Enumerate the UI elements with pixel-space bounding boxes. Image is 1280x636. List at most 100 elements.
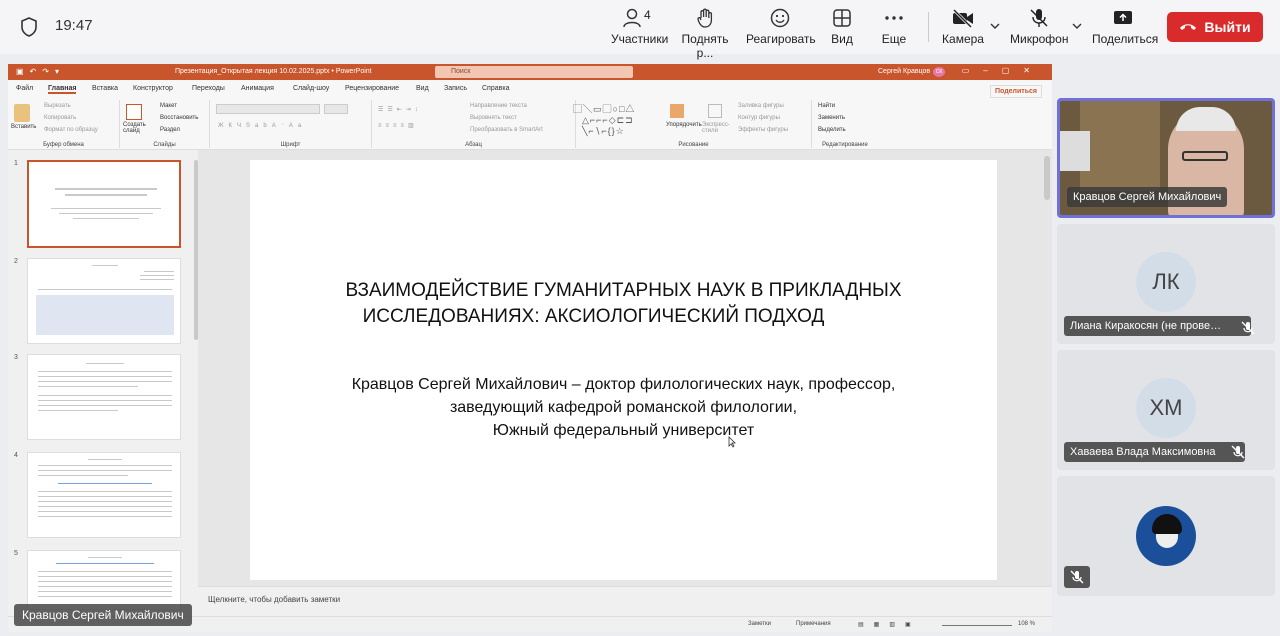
select-button[interactable]: Выделить <box>818 127 846 133</box>
comments-toggle[interactable]: Примечания <box>796 621 831 627</box>
window-controls[interactable]: ▭–▢✕ <box>962 66 1044 75</box>
participant-tile[interactable] <box>1057 476 1275 596</box>
slide-subtitle[interactable]: Кравцов Сергей Михайлович – доктор филол… <box>290 373 957 442</box>
quick-access-icons[interactable]: ▣↶↷▾ <box>16 67 65 76</box>
react-button[interactable]: Реагировать <box>746 8 816 46</box>
shapes-gallery[interactable]: ⃞╲▭▢○□△ △⌐⌐⌐◇⊏⊐ ╲⌐∖⌐{}☆ <box>582 104 635 137</box>
find-button[interactable]: Найти <box>818 103 835 109</box>
font-format-icons[interactable]: ЖКЧSabA⁻Aa <box>218 122 306 129</box>
tab-record[interactable]: Запись <box>444 85 467 92</box>
new-slide-button[interactable]: Создать слайд <box>123 122 151 134</box>
slide-thumbnail-2[interactable] <box>27 258 181 344</box>
more-button[interactable]: Еще <box>878 8 910 46</box>
zoom-level[interactable]: 108 % <box>1018 621 1035 627</box>
notes-toggle[interactable]: Заметки <box>748 621 771 627</box>
quick-styles-button[interactable]: Экспресс-стили <box>702 122 732 134</box>
cut-button[interactable]: Вырезать <box>44 103 71 109</box>
camera-chevron-down-icon[interactable] <box>990 22 1000 30</box>
camera-label: Камера <box>942 32 984 46</box>
participant-tile-speaker[interactable]: Кравцов Сергей Михайлович <box>1057 98 1275 218</box>
slide-number: 5 <box>14 550 18 557</box>
font-size-select[interactable] <box>324 104 348 114</box>
slide-number: 3 <box>14 354 18 361</box>
section-button[interactable]: Раздел <box>160 127 180 133</box>
tab-design[interactable]: Конструктор <box>133 85 173 92</box>
smartart-button[interactable]: Преобразовать в SmartArt <box>470 127 543 133</box>
view-button[interactable]: Вид <box>826 8 858 46</box>
slide-number: 2 <box>14 258 18 265</box>
layout-button[interactable]: Макет <box>160 103 177 109</box>
text-direction-button[interactable]: Направление текста <box>470 103 527 109</box>
view-label: Вид <box>831 32 853 46</box>
shape-fill-button[interactable]: Заливка фигуры <box>738 103 784 109</box>
paste-button[interactable]: Вставить <box>11 124 36 130</box>
slide-thumbnail-1[interactable] <box>27 160 181 248</box>
thumbnails-scrollbar[interactable] <box>194 160 198 340</box>
camera-off-icon <box>952 8 973 28</box>
participant-name: Хаваева Влада Максимовна <box>1064 442 1246 462</box>
slide-thumbnail-4[interactable] <box>27 452 181 538</box>
shape-outline-button[interactable]: Контур фигуры <box>738 115 780 121</box>
participants-button[interactable]: 4 Участники <box>611 8 668 46</box>
avatar: ХМ <box>1136 378 1196 438</box>
slide-subtitle-line: заведующий кафедрой романской филологии, <box>449 399 798 416</box>
shield-icon[interactable] <box>20 17 38 37</box>
arrange-icon[interactable] <box>670 104 684 118</box>
tab-file[interactable]: Файл <box>16 85 33 92</box>
self-video-name: Кравцов Сергей Михайлович <box>14 604 192 626</box>
mic-muted-icon <box>1070 570 1084 584</box>
tab-animations[interactable]: Анимация <box>241 85 274 92</box>
raise-hand-button[interactable]: Поднять р... <box>672 8 738 60</box>
replace-button[interactable]: Заменить <box>818 115 845 121</box>
tab-insert[interactable]: Вставка <box>92 85 118 92</box>
arrange-button[interactable]: Упорядочить <box>666 122 702 128</box>
new-slide-icon[interactable] <box>126 104 142 120</box>
format-painter-button[interactable]: Формат по образцу <box>44 127 98 133</box>
avatar: ЛК <box>1136 252 1196 312</box>
paragraph-group-label: Абзац <box>465 142 482 148</box>
participant-tile[interactable]: ЛК Лиана Киракосян (не прове… <box>1057 224 1275 344</box>
tab-help[interactable]: Справка <box>482 85 509 92</box>
paste-icon[interactable] <box>14 104 30 122</box>
share-button[interactable]: Поделиться <box>1092 8 1158 46</box>
list-icons[interactable]: ☰☰⇤⇥↕ <box>378 106 422 113</box>
tab-review[interactable]: Рецензирование <box>345 85 399 92</box>
align-text-button[interactable]: Выровнять текст <box>470 115 517 121</box>
ppt-user-avatar[interactable]: СК <box>933 67 945 77</box>
share-label: Поделиться <box>1092 32 1159 46</box>
ribbon-group-font: ЖКЧSabA⁻Aa Шрифт <box>210 100 372 148</box>
tab-slideshow[interactable]: Слайд-шоу <box>293 85 329 92</box>
mic-muted-icon <box>1231 445 1245 459</box>
participant-tile[interactable]: ХМ Хаваева Влада Максимовна <box>1057 350 1275 470</box>
camera-button[interactable]: Камера <box>942 8 984 46</box>
slide-subtitle-line: Кравцов Сергей Михайлович – доктор филол… <box>351 376 896 393</box>
copy-button[interactable]: Копировать <box>44 115 76 121</box>
view-mode-icons[interactable]: ▤▦▥▣ <box>858 621 921 628</box>
shared-screen-powerpoint: ▣↶↷▾ Презентация_Открытая лекция 10.02.2… <box>8 64 1052 632</box>
mic-chevron-down-icon[interactable] <box>1072 22 1082 30</box>
more-icon <box>885 16 903 20</box>
tab-transitions[interactable]: Переходы <box>192 85 225 92</box>
leave-label: Выйти <box>1204 19 1251 35</box>
font-family-select[interactable] <box>216 104 320 114</box>
align-icons[interactable]: ≡≡≡≡▥ <box>378 122 418 129</box>
call-toolbar: 19:47 4 Участники Поднять р... Реагирова… <box>0 0 1280 60</box>
mic-button[interactable]: Микрофон <box>1010 8 1068 46</box>
notes-pane[interactable]: Щелкните, чтобы добавить заметки <box>198 586 1052 616</box>
slide-thumbnail-3[interactable] <box>27 354 181 440</box>
slide-scrollbar[interactable] <box>1044 156 1050 200</box>
reset-button[interactable]: Восстановить <box>160 115 198 121</box>
shape-effects-button[interactable]: Эффекты фигуры <box>738 127 788 133</box>
ppt-search-input[interactable]: Поиск <box>435 66 633 78</box>
ppt-share-button[interactable]: Поделиться <box>989 85 1042 98</box>
zoom-slider[interactable] <box>942 625 1012 626</box>
current-slide[interactable]: ВЗАИМОДЕЙСТВИЕ ГУМАНИТАРНЫХ НАУК В ПРИКЛ… <box>250 160 997 580</box>
tab-view[interactable]: Вид <box>416 85 429 92</box>
tab-home[interactable]: Главная <box>48 85 77 94</box>
slide-thumbnail-5[interactable] <box>27 550 181 610</box>
quick-styles-icon[interactable] <box>708 104 722 118</box>
clock: 19:47 <box>55 17 93 34</box>
mic-muted-icon <box>1241 321 1255 335</box>
slide-title[interactable]: ВЗАИМОДЕЙСТВИЕ ГУМАНИТАРНЫХ НАУК В ПРИКЛ… <box>310 278 937 330</box>
leave-button[interactable]: Выйти <box>1167 12 1263 42</box>
